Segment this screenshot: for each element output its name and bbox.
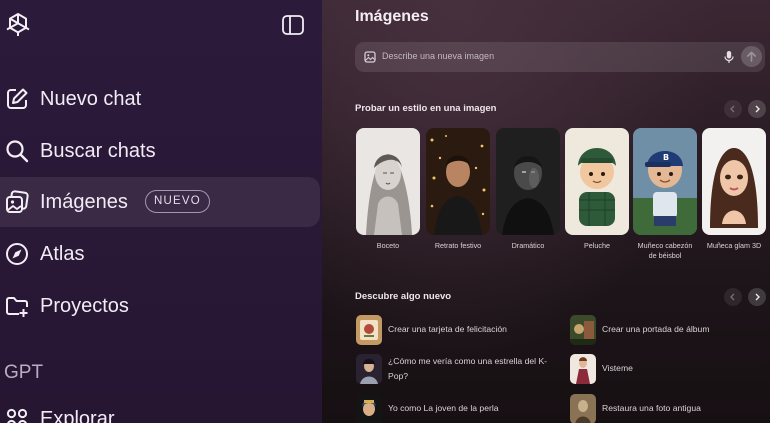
dress-me-thumbnail <box>570 354 596 384</box>
prompt-placeholder: Describe una nueva imagen <box>382 51 495 61</box>
sidebar-header <box>0 0 322 52</box>
svg-text:B: B <box>663 153 669 162</box>
discover-next-button[interactable] <box>748 288 766 306</box>
new-badge: NUEVO <box>145 190 210 213</box>
gpt-section-title: GPT <box>4 362 44 383</box>
style-card-glam-3d[interactable]: Muñeca glam 3D <box>702 128 766 251</box>
style-card-festive-portrait[interactable]: Retrato festivo <box>426 128 490 251</box>
atlas-icon <box>6 243 28 265</box>
nav-label-new-chat: Nuevo chat <box>40 87 142 110</box>
openai-logo-icon[interactable] <box>4 11 32 39</box>
greeting-card-thumbnail <box>356 315 382 345</box>
nav-label-explore: Explorar <box>40 407 115 423</box>
sidebar: Nuevo chat Buscar chats Imágenes NUEVO A… <box>0 0 322 423</box>
festive-portrait-image <box>426 128 490 235</box>
nav-item-explore[interactable]: Explorar <box>0 394 322 423</box>
restore-photo-thumbnail <box>570 394 596 423</box>
images-icon <box>6 190 29 213</box>
baseball-bobblehead-image: B <box>633 128 697 235</box>
discover-label-dress-me: Visteme <box>602 363 633 373</box>
styles-prev-button[interactable] <box>724 100 742 118</box>
chevron-right-icon <box>755 293 760 301</box>
nav-label-search-chats: Buscar chats <box>40 139 156 162</box>
sketch-portrait-image <box>356 128 420 235</box>
sidebar-toggle-icon[interactable] <box>281 13 305 37</box>
nav-item-search-chats[interactable]: Buscar chats <box>0 126 322 176</box>
styles-next-button[interactable] <box>748 100 766 118</box>
image-prompt-input[interactable]: Describe una nueva imagen <box>355 42 765 72</box>
style-label-festive-portrait: Retrato festivo <box>434 241 482 250</box>
nav-item-projects[interactable]: Proyectos <box>0 281 322 331</box>
folder-plus-icon <box>6 297 28 317</box>
style-label-baseball-bobblehead: Muñeco cabezón de béisbol <box>637 241 693 260</box>
album-cover-thumbnail <box>570 315 596 345</box>
styles-section-title: Probar un estilo en una imagen <box>355 103 497 114</box>
style-label-sketch: Boceto <box>376 241 400 250</box>
nav-label-images: Imágenes <box>40 190 128 213</box>
discover-label-restore-photo: Restaura una foto antigua <box>602 403 701 413</box>
discover-label-kpop-star: ¿Cómo me vería como una estrella del K-P… <box>388 356 548 381</box>
chevron-left-icon <box>730 293 735 301</box>
style-card-sketch[interactable]: Boceto <box>356 128 420 251</box>
chevron-right-icon <box>755 105 760 113</box>
discover-item-greeting-card[interactable]: Crear una tarjeta de felicitación <box>356 315 556 345</box>
explore-grid-icon <box>6 408 28 423</box>
kpop-star-thumbnail <box>356 354 382 384</box>
discover-label-greeting-card: Crear una tarjeta de felicitación <box>388 324 507 334</box>
dramatic-portrait-image <box>496 128 560 235</box>
nav-item-new-chat[interactable]: Nuevo chat <box>0 74 322 124</box>
nav-label-projects: Proyectos <box>40 294 129 317</box>
discover-prev-button[interactable] <box>724 288 742 306</box>
send-button[interactable] <box>741 46 762 67</box>
discover-label-pearl-earring: Yo como La joven de la perla <box>388 403 499 413</box>
style-card-plush[interactable]: Peluche <box>565 128 629 251</box>
discover-section-title: Descubre algo nuevo <box>355 291 452 302</box>
microphone-icon[interactable] <box>723 50 735 64</box>
arrow-up-icon <box>747 51 756 62</box>
discover-item-restore-photo[interactable]: Restaura una foto antigua <box>570 394 770 423</box>
nav-item-images[interactable]: Imágenes NUEVO <box>0 177 320 227</box>
style-label-dramatic: Dramático <box>511 241 545 250</box>
search-icon <box>6 140 29 163</box>
style-card-dramatic[interactable]: Dramático <box>496 128 560 251</box>
images-main-panel: Imágenes Describe una nueva imagen Proba… <box>322 0 770 423</box>
style-label-plush: Peluche <box>584 241 610 250</box>
pearl-earring-thumbnail <box>356 394 382 423</box>
discover-item-album-cover[interactable]: Crear una portada de álbum <box>570 315 770 345</box>
discover-item-kpop-star[interactable]: ¿Cómo me vería como una estrella del K-P… <box>356 354 556 384</box>
style-card-baseball-bobblehead[interactable]: B Muñeco cabezón de béisbol <box>633 128 697 261</box>
discover-label-album-cover: Crear una portada de álbum <box>602 324 710 334</box>
chevron-left-icon <box>730 105 735 113</box>
discover-item-dress-me[interactable]: Visteme <box>570 354 770 384</box>
image-icon <box>364 51 376 63</box>
new-chat-icon <box>7 88 28 109</box>
nav-label-atlas: Atlas <box>40 242 85 265</box>
nav-item-atlas[interactable]: Atlas <box>0 229 322 279</box>
glam-3d-doll-image <box>702 128 766 235</box>
plush-toy-image <box>565 128 629 235</box>
page-title: Imágenes <box>355 8 429 25</box>
style-label-glam-3d: Muñeca glam 3D <box>706 241 762 250</box>
discover-item-pearl-earring[interactable]: Yo como La joven de la perla <box>356 394 556 423</box>
